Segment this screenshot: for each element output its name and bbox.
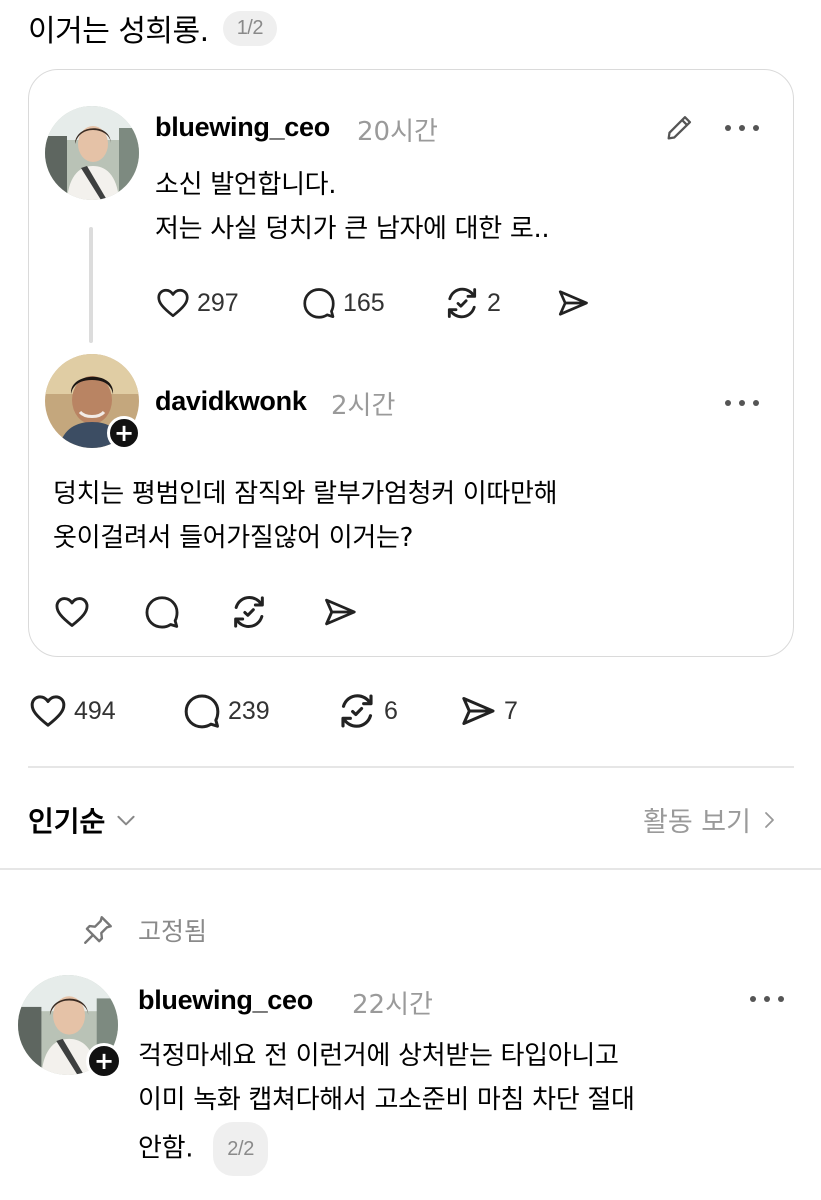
comment-count: 165 <box>343 288 385 317</box>
post-text: 이거는 성희롱. <box>28 14 209 49</box>
reply-body: 덩치는 평범인데 잠직와 랄부가엄청커 이따만해 옷이걸려서 들어가질않어 이거… <box>53 472 558 560</box>
repost-count: 6 <box>384 696 398 725</box>
comment-count: 239 <box>228 696 270 725</box>
reply-body-line: 옷이걸려서 들어가질않어 이거는? <box>53 523 414 553</box>
post-time: 22시간 <box>352 990 433 1020</box>
quoted-thread-card[interactable]: bluewing_ceo 20시간 소신 발언합니다. 저는 사실 덩치가 큰 … <box>28 69 794 657</box>
username[interactable]: bluewing_ceo <box>138 985 313 1016</box>
avatar[interactable] <box>45 106 139 200</box>
speech-bubble-icon <box>182 691 222 731</box>
pinned-label: 고정됨 <box>138 917 208 946</box>
post-time: 20시간 <box>357 117 438 147</box>
username[interactable]: bluewing_ceo <box>155 112 330 143</box>
plus-icon[interactable]: + <box>86 1043 122 1079</box>
plus-icon[interactable]: + <box>107 416 141 450</box>
post-body-line: 소신 발언합니다. <box>155 170 337 200</box>
chevron-right-icon <box>765 811 774 828</box>
send-plane-icon <box>555 285 591 321</box>
post-body-line: 저는 사실 덩치가 큰 남자에 대한 로.. <box>155 214 550 244</box>
comment-button[interactable]: 165 <box>301 285 443 321</box>
heart-icon <box>28 691 68 731</box>
comment-button[interactable] <box>143 593 229 631</box>
pin-icon <box>84 916 112 944</box>
activity-label: 활동 보기 <box>643 807 751 838</box>
chevron-down-icon <box>117 815 135 826</box>
repost-arrows-icon <box>336 690 378 732</box>
repost-arrows-icon <box>229 592 269 632</box>
repost-arrows-icon <box>443 284 481 322</box>
post-text-header: 이거는 성희롱. 1/2 <box>28 6 277 50</box>
reply-body-line-last: 안함. 2/2 <box>138 1122 635 1176</box>
view-activity-link[interactable]: 활동 보기 <box>643 800 781 839</box>
like-button[interactable] <box>53 593 143 631</box>
more-dots-icon[interactable] <box>725 123 759 133</box>
speech-bubble-icon <box>143 593 181 631</box>
send-plane-icon <box>458 691 498 731</box>
reply-actions <box>53 592 359 632</box>
username[interactable]: davidkwonk <box>155 386 307 417</box>
share-button[interactable]: 7 <box>458 691 518 731</box>
reply-body-line: 이미 녹화 캡쳐다해서 고소준비 마침 차단 절대 <box>138 1085 635 1115</box>
repost-button[interactable] <box>229 592 321 632</box>
speech-bubble-icon <box>301 285 337 321</box>
comment-button[interactable]: 239 <box>182 691 336 731</box>
main-post-actions: 494 239 6 7 <box>28 690 518 732</box>
share-count: 7 <box>504 696 518 725</box>
sort-dropdown[interactable]: 인기순 <box>28 800 139 840</box>
divider <box>28 766 794 768</box>
thread-line <box>89 227 93 343</box>
repost-button[interactable]: 6 <box>336 690 458 732</box>
heart-icon <box>53 593 91 631</box>
more-dots-icon[interactable] <box>725 398 759 408</box>
like-count: 297 <box>197 288 239 317</box>
like-button[interactable]: 297 <box>155 285 301 321</box>
pinned-reply-body: 걱정마세요 전 이런거에 상처받는 타입아니고 이미 녹화 캡쳐다해서 고소준비… <box>138 1034 635 1176</box>
repost-count: 2 <box>487 288 501 317</box>
heart-icon <box>155 285 191 321</box>
reply-body-line: 안함. <box>138 1133 194 1164</box>
reply-body-line: 덩치는 평범인데 잠직와 랄부가엄청커 이따만해 <box>53 479 558 509</box>
share-button[interactable] <box>321 593 359 631</box>
post-time: 2시간 <box>331 391 396 421</box>
send-plane-icon <box>321 593 359 631</box>
more-dots-icon[interactable] <box>750 994 784 1004</box>
share-button[interactable] <box>555 285 591 321</box>
page-indicator: 2/2 <box>213 1122 269 1176</box>
pencil-icon[interactable] <box>663 110 697 144</box>
repost-button[interactable]: 2 <box>443 284 555 322</box>
like-count: 494 <box>74 696 116 725</box>
quoted-post-actions: 297 165 2 <box>155 284 591 322</box>
page-indicator: 1/2 <box>222 10 277 46</box>
section-divider <box>0 868 821 870</box>
like-button[interactable]: 494 <box>28 691 182 731</box>
pinned-indicator: 고정됨 <box>80 912 207 948</box>
reply-body-line: 걱정마세요 전 이런거에 상처받는 타입아니고 <box>138 1041 619 1071</box>
post-body: 소신 발언합니다. 저는 사실 덩치가 큰 남자에 대한 로.. <box>155 163 550 251</box>
sort-label: 인기순 <box>28 805 106 838</box>
